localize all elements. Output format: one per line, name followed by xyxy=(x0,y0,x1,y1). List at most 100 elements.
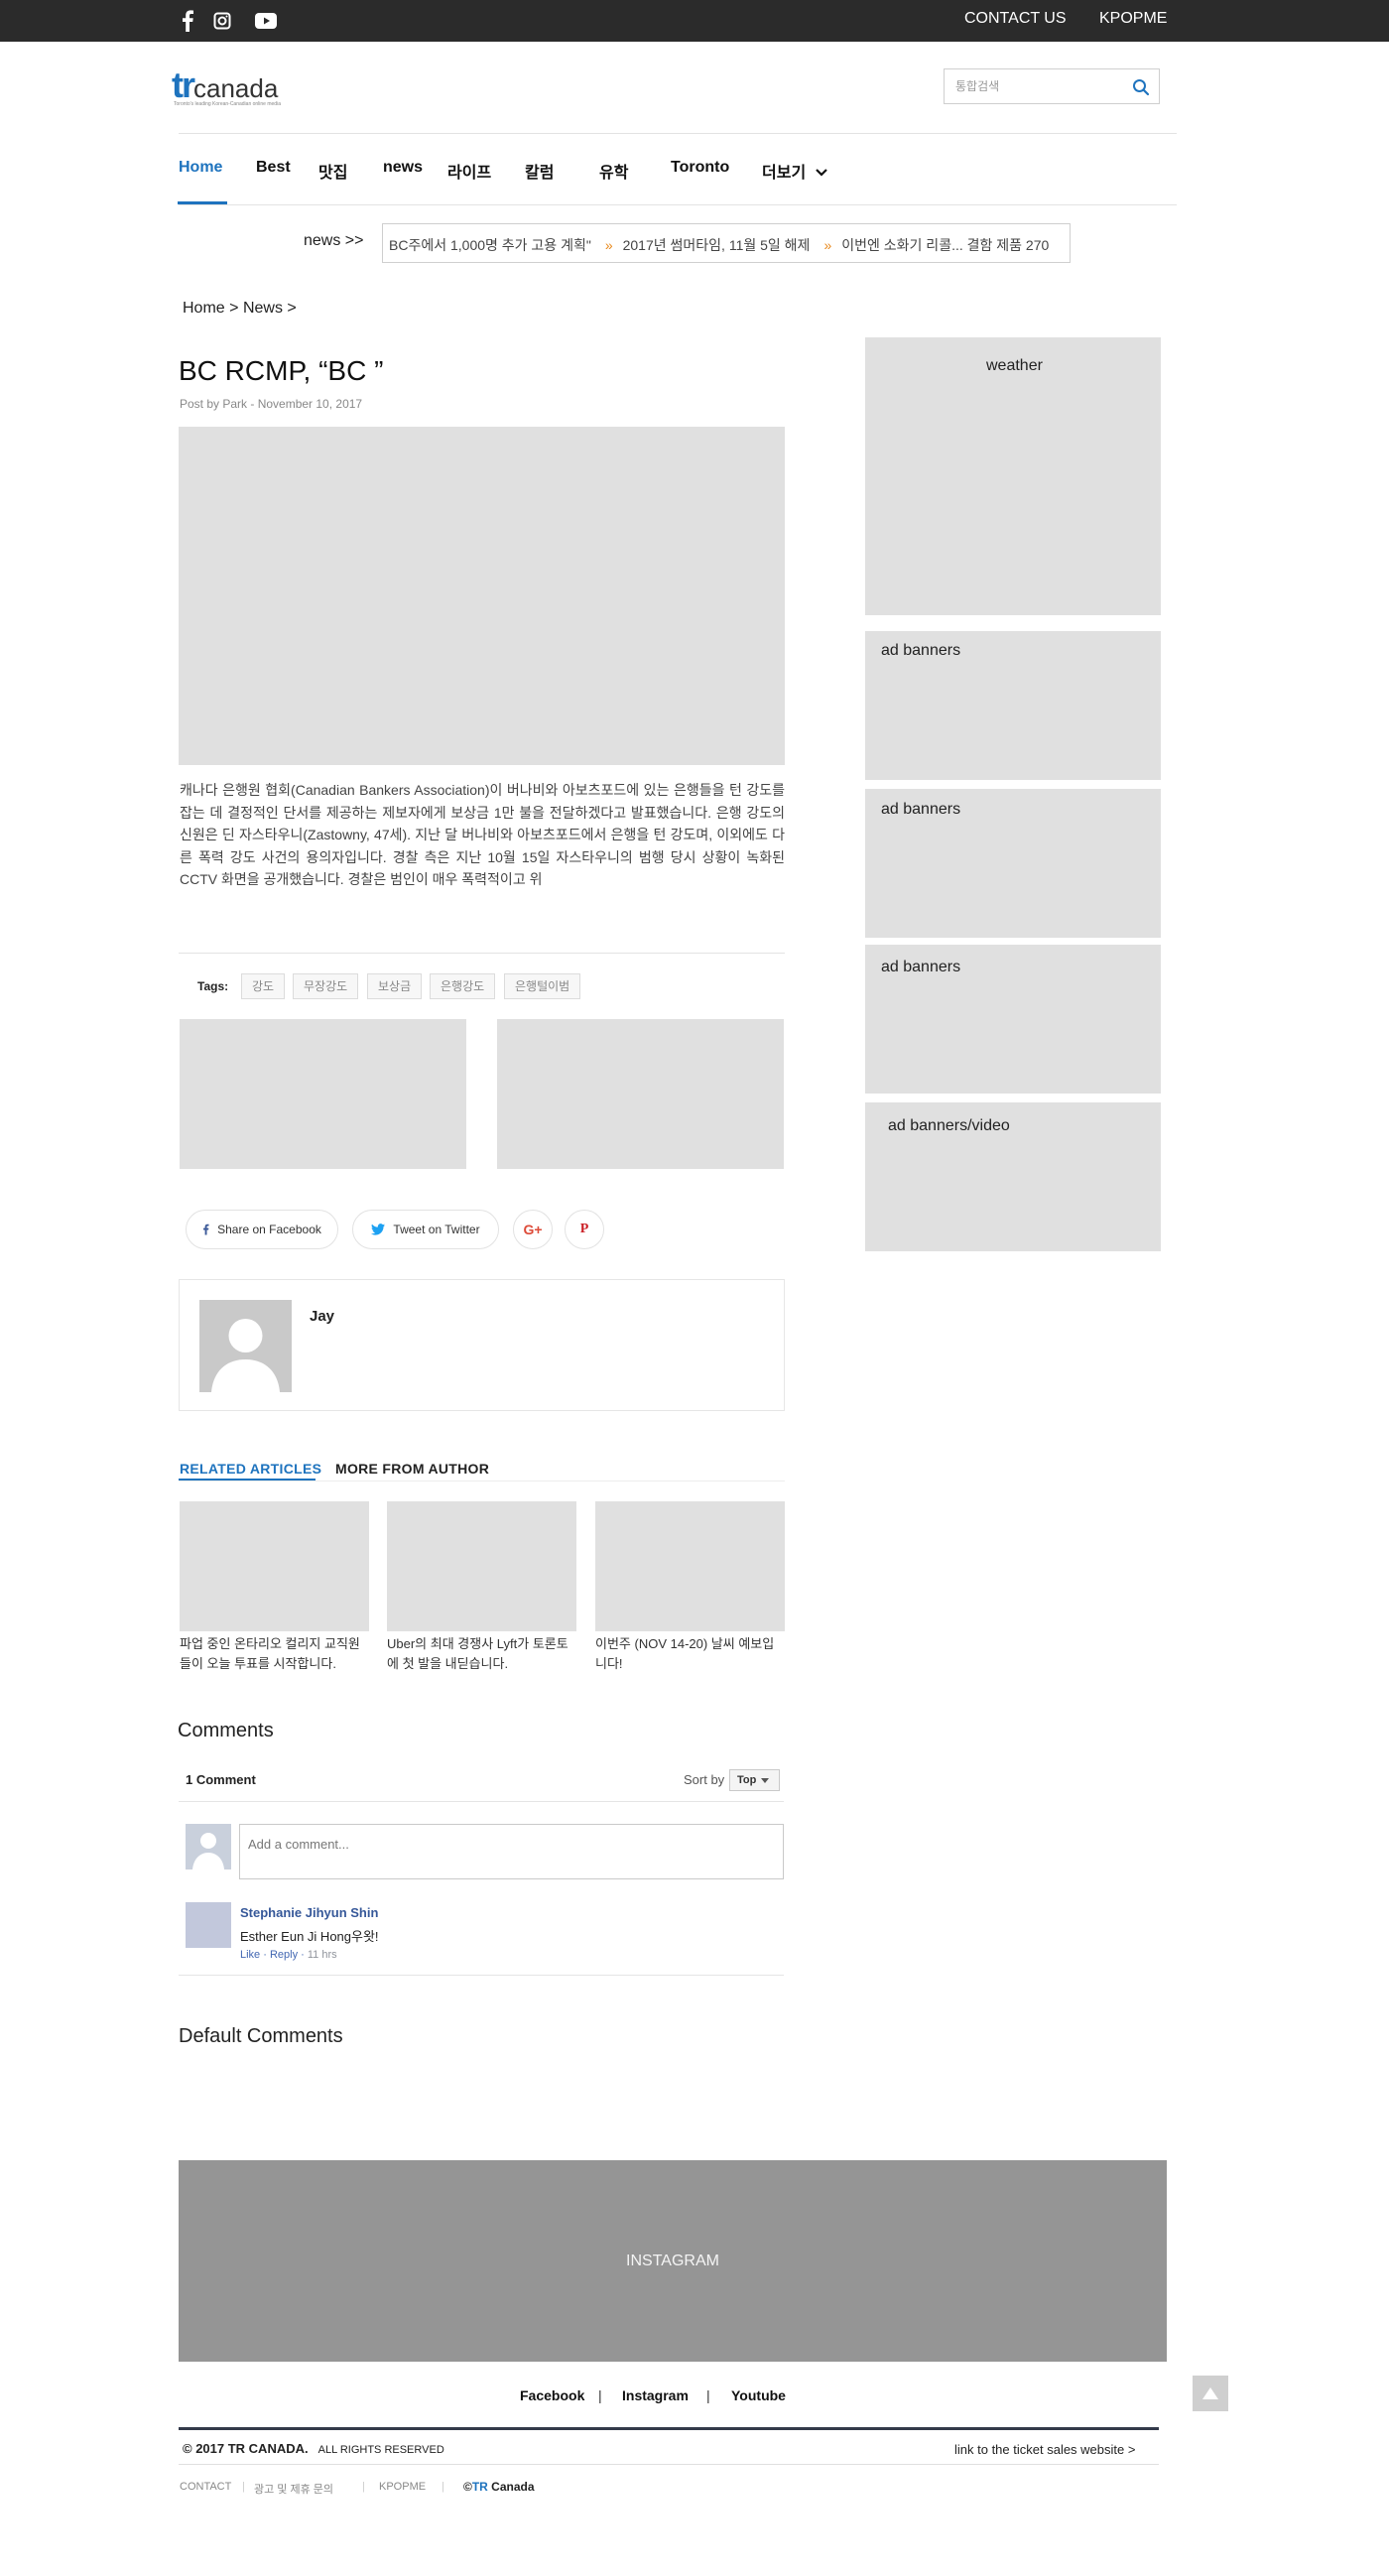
share-google-plus-button[interactable]: G+ xyxy=(513,1210,553,1249)
footer-kpopme-link[interactable]: KPOPME xyxy=(379,2481,426,2493)
ticker-item[interactable]: BC주에서 1,000명 추가 고용 계획" xyxy=(389,237,591,253)
weather-label: weather xyxy=(986,357,1043,374)
post-nav-next[interactable] xyxy=(497,1019,784,1169)
contact-us-link[interactable]: CONTACT US xyxy=(964,10,1067,28)
facebook-icon xyxy=(203,1224,209,1235)
breadcrumb-separator: > xyxy=(287,300,297,317)
copyright: © 2017 TR CANADA. ALL RIGHTS RESERVED xyxy=(183,2441,444,2456)
instagram-feed[interactable]: INSTAGRAM xyxy=(179,2160,1167,2362)
author-name[interactable]: Jay xyxy=(310,1308,334,1325)
tab-related-articles[interactable]: RELATED ARTICLES xyxy=(180,1461,321,1477)
nav-best[interactable]: Best xyxy=(256,159,291,177)
footer-contact-link[interactable]: CONTACT xyxy=(180,2481,231,2493)
nav-toronto[interactable]: Toronto xyxy=(671,159,729,177)
comment-input[interactable] xyxy=(239,1824,784,1879)
facebook-icon[interactable] xyxy=(177,10,198,32)
user-avatar xyxy=(186,1824,231,1869)
tag[interactable]: 강도 xyxy=(241,973,286,999)
reply-link[interactable]: Reply xyxy=(270,1949,298,1961)
nav-study-abroad[interactable]: 유학 xyxy=(599,159,628,183)
search-icon[interactable] xyxy=(1132,78,1150,96)
pinterest-icon: P xyxy=(579,1222,589,1236)
share-pinterest-button[interactable]: P xyxy=(565,1210,604,1249)
breadcrumb-news[interactable]: News xyxy=(243,300,283,317)
double-chevron-icon: » xyxy=(604,237,613,253)
footer-ad-inquiry-link[interactable]: 광고 및 제휴 문의 xyxy=(254,2481,333,2497)
share-twitter-button[interactable]: Tweet on Twitter xyxy=(352,1210,499,1249)
breadcrumb-home[interactable]: Home xyxy=(183,300,225,317)
related-thumb[interactable] xyxy=(595,1501,785,1631)
double-chevron-icon: » xyxy=(823,237,832,253)
comments-divider xyxy=(179,1801,784,1802)
ad-banner-label: ad banners xyxy=(881,642,961,659)
ticker-item[interactable]: 2017년 썸머타임, 11월 5일 해제 xyxy=(623,237,811,253)
ticker-item[interactable]: 이번엔 소화기 리콜... 결함 제품 270 xyxy=(841,237,1049,253)
comment-text: Esther Eun Ji Hong우왓! xyxy=(240,1929,379,1944)
instagram-label: INSTAGRAM xyxy=(626,2252,719,2269)
youtube-icon[interactable] xyxy=(255,10,277,32)
like-link[interactable]: Like xyxy=(240,1949,260,1961)
breadcrumb: Home > News > xyxy=(183,300,297,318)
sort-label: Sort by xyxy=(684,1772,725,1787)
ad-banner[interactable]: ad banners xyxy=(865,945,1161,1094)
footer-youtube-link[interactable]: Youtube xyxy=(731,2387,786,2403)
scroll-to-top-button[interactable] xyxy=(1193,2376,1228,2411)
kpopme-link[interactable]: KPOPME xyxy=(1099,10,1167,28)
related-thumb[interactable] xyxy=(180,1501,369,1631)
footer-facebook-link[interactable]: Facebook xyxy=(520,2387,584,2403)
google-plus-icon: G+ xyxy=(523,1222,543,1237)
commenter-name[interactable]: Stephanie Jihyun Shin xyxy=(240,1905,378,1920)
ticker-label: news >> xyxy=(304,232,364,249)
sort-select[interactable]: Top xyxy=(729,1769,780,1791)
header-divider xyxy=(179,133,1177,134)
footer-brand[interactable]: ©TR Canada xyxy=(463,2480,535,2494)
comment-actions: Like · Reply · 11 hrs xyxy=(240,1949,337,1961)
footer-separator: | xyxy=(706,2387,710,2403)
article-image xyxy=(179,427,785,765)
related-title[interactable]: 이번주 (NOV 14-20) 날씨 예보입니다! xyxy=(595,1634,786,1674)
search-box xyxy=(944,68,1160,104)
weather-widget: weather xyxy=(865,337,1161,615)
ad-banner-label: ad banners xyxy=(881,801,961,818)
news-ticker: BC주에서 1,000명 추가 고용 계획" » 2017년 썸머타임, 11월 5… xyxy=(382,223,1071,263)
nav-divider xyxy=(179,204,1177,205)
chevron-down-icon xyxy=(815,169,827,177)
instagram-icon[interactable] xyxy=(211,10,233,32)
caret-down-icon xyxy=(761,1778,770,1783)
related-title[interactable]: 파업 중인 온타리오 컬리지 교직원들이 오늘 투표를 시작합니다. xyxy=(180,1634,370,1674)
ad-banner[interactable]: ad banners xyxy=(865,631,1161,780)
default-comments-heading: Default Comments xyxy=(179,2025,343,2047)
post-nav-prev[interactable] xyxy=(180,1019,466,1169)
comment-time: 11 hrs xyxy=(307,1949,337,1961)
top-bar xyxy=(0,0,1389,42)
tag[interactable]: 은행강도 xyxy=(430,973,496,999)
nav-more[interactable]: 더보기 xyxy=(762,159,828,183)
search-input[interactable] xyxy=(945,69,1113,103)
ad-banner[interactable]: ad banners xyxy=(865,789,1161,938)
share-facebook-button[interactable]: Share on Facebook xyxy=(186,1210,338,1249)
nav-column[interactable]: 칼럼 xyxy=(525,159,554,183)
nav-life[interactable]: 라이프 xyxy=(447,159,491,183)
nav-restaurants[interactable]: 맛집 xyxy=(318,159,347,183)
nav-home[interactable]: Home xyxy=(179,159,222,177)
tab-more-from-author[interactable]: MORE FROM AUTHOR xyxy=(335,1461,489,1477)
ad-banner-label: ad banners/video xyxy=(888,1117,1010,1134)
site-logo[interactable]: trcanada Toronto's leading Korean-Canadi… xyxy=(172,67,281,109)
ad-banner-video[interactable]: ad banners/video xyxy=(865,1102,1161,1251)
footer-separator: | xyxy=(362,2481,365,2493)
tag[interactable]: 보상금 xyxy=(367,973,423,999)
tag[interactable]: 무장강도 xyxy=(293,973,359,999)
footer-instagram-link[interactable]: Instagram xyxy=(622,2387,689,2403)
tag[interactable]: 은행털이범 xyxy=(504,973,581,999)
ad-banner-label: ad banners xyxy=(881,959,961,975)
commenter-avatar[interactable] xyxy=(186,1902,231,1948)
related-thumb[interactable] xyxy=(387,1501,576,1631)
twitter-icon xyxy=(371,1224,386,1235)
nav-news[interactable]: news xyxy=(383,159,423,177)
logo-tagline: Toronto's leading Korean-Canadian online… xyxy=(174,101,281,107)
ticket-sales-link[interactable]: link to the ticket sales website > xyxy=(954,2442,1135,2457)
comments-heading: Comments xyxy=(178,1720,274,1741)
comment-count: 1 Comment xyxy=(186,1772,256,1787)
author-avatar[interactable] xyxy=(199,1300,292,1392)
related-title[interactable]: Uber의 최대 경쟁사 Lyft가 토론토에 첫 발을 내딛습니다. xyxy=(387,1634,577,1674)
